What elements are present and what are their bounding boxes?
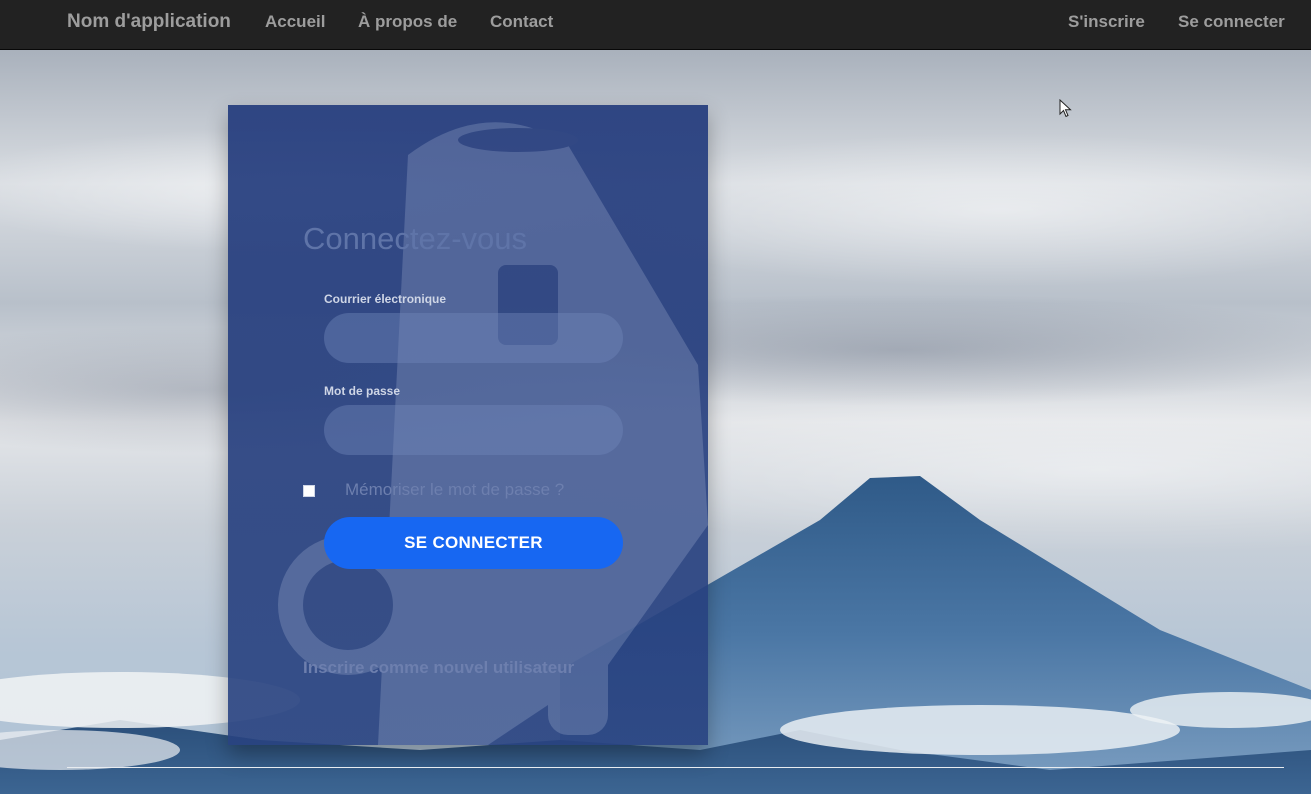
nav-link-contact[interactable]: Contact: [490, 0, 553, 44]
email-field[interactable]: [324, 313, 623, 363]
top-navbar: Nom d'application Accueil À propos de Co…: [0, 0, 1311, 50]
remember-checkbox[interactable]: [303, 485, 315, 497]
nav-link-login[interactable]: Se connecter: [1178, 0, 1285, 44]
nav-link-a-propos[interactable]: À propos de: [358, 0, 457, 44]
register-link[interactable]: Inscrire comme nouvel utilisateur: [303, 658, 574, 678]
nav-link-register[interactable]: S'inscrire: [1068, 0, 1145, 44]
password-label: Mot de passe: [324, 384, 401, 398]
login-card: Connectez-vous Courrier électronique Mot…: [228, 105, 708, 745]
login-title: Connectez-vous: [303, 221, 528, 256]
footer-divider: [67, 767, 1284, 768]
email-label: Courrier électronique: [324, 292, 447, 306]
password-field[interactable]: [324, 405, 623, 455]
nav-link-accueil[interactable]: Accueil: [265, 0, 325, 44]
mouse-cursor-icon: [1059, 99, 1072, 118]
brand-link[interactable]: Nom d'application: [67, 0, 231, 44]
login-submit-button[interactable]: SE CONNECTER: [324, 517, 623, 569]
remember-label: Mémoriser le mot de passe ?: [345, 480, 565, 499]
